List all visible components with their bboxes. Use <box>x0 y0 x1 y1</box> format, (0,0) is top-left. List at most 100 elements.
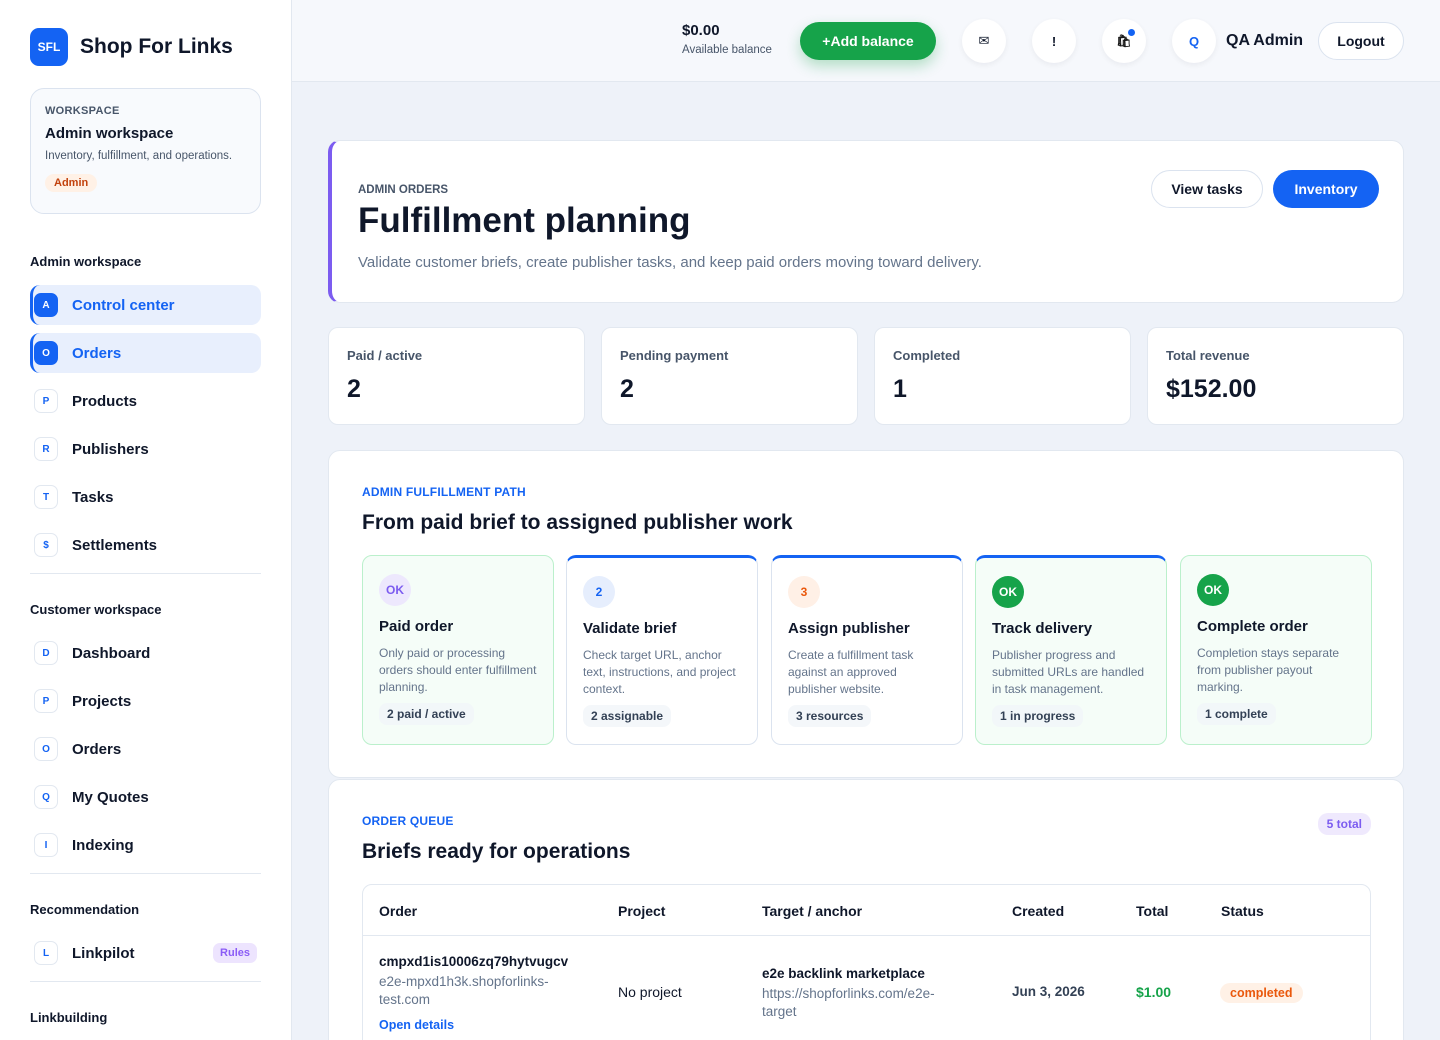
stat-label: Completed <box>893 348 961 363</box>
inventory-button[interactable]: Inventory <box>1273 170 1379 208</box>
total-count-badge: 5 total <box>1317 813 1371 835</box>
step-number-icon: 3 <box>788 576 820 608</box>
stat-card-pending-payment: Pending payment 2 <box>601 327 858 425</box>
publishers-icon: R <box>34 437 58 461</box>
sidebar-item-label: Dashboard <box>72 644 151 662</box>
add-balance-button[interactable]: +Add balance <box>800 22 936 60</box>
sidebar-item-label: Orders <box>72 344 122 362</box>
page-kicker: ADMIN ORDERS <box>358 184 449 196</box>
user-name[interactable]: QA Admin <box>1226 32 1303 50</box>
role-badge: Admin <box>45 174 98 192</box>
page-description: Validate customer briefs, create publish… <box>358 254 982 271</box>
projects-icon: P <box>34 689 58 713</box>
workspace-card: WORKSPACE Admin workspace Inventory, ful… <box>30 88 261 214</box>
nav-head-recommendation: Recommendation <box>30 902 140 917</box>
sidebar-item-control-center[interactable]: A Control center <box>30 285 261 325</box>
section-kicker: ADMIN FULFILLMENT PATH <box>362 485 526 499</box>
nav-head-linkbuilding: Linkbuilding <box>30 1010 108 1025</box>
stat-value: 2 <box>620 375 634 403</box>
sidebar-item-indexing[interactable]: I Indexing <box>30 825 261 865</box>
workspace-desc: Inventory, fulfillment, and operations. <box>45 150 233 162</box>
section-kicker: ORDER QUEUE <box>362 814 454 828</box>
column-header-status[interactable]: Status <box>1221 903 1264 919</box>
sidebar-item-projects[interactable]: P Projects <box>30 681 261 721</box>
check-icon: OK <box>992 576 1024 608</box>
column-header-total[interactable]: Total <box>1136 903 1168 919</box>
step-complete-order: OK Complete order Completion stays separ… <box>1180 555 1372 745</box>
step-chip: 2 assignable <box>583 705 672 727</box>
step-desc: Check target URL, anchor text, instructi… <box>583 648 736 696</box>
step-paid-order: OK Paid order Only paid or processing or… <box>362 555 554 745</box>
sidebar-item-settlements[interactable]: $ Settlements <box>30 525 261 565</box>
view-tasks-button[interactable]: View tasks <box>1151 170 1263 208</box>
sidebar-item-customer-orders[interactable]: O Orders <box>30 729 261 769</box>
sidebar-item-label: Tasks <box>72 488 114 506</box>
table-header-divider <box>363 935 1370 936</box>
column-header-project[interactable]: Project <box>618 903 665 919</box>
open-details-link[interactable]: Open details <box>379 1018 454 1032</box>
orders-icon: O <box>34 737 58 761</box>
step-desc: Publisher progress and submitted URLs ar… <box>992 648 1145 696</box>
column-header-order[interactable]: Order <box>379 903 417 919</box>
stat-label: Total revenue <box>1166 348 1250 363</box>
sidebar-item-publishers[interactable]: R Publishers <box>30 429 261 469</box>
sidebar-item-dashboard[interactable]: D Dashboard <box>30 633 261 673</box>
quotes-icon: Q <box>34 785 58 809</box>
step-title: Complete order <box>1197 618 1308 635</box>
sidebar-item-label: Linkpilot <box>72 944 135 962</box>
step-assign-publisher: 3 Assign publisher Create a fulfillment … <box>771 555 963 745</box>
orders-icon: O <box>34 341 58 365</box>
step-chip: 2 paid / active <box>379 703 474 725</box>
stat-value: $152.00 <box>1166 375 1257 403</box>
step-title: Track delivery <box>992 620 1093 637</box>
sidebar-item-linkpilot[interactable]: L Linkpilot Rules <box>30 933 261 973</box>
avatar[interactable]: Q <box>1172 19 1216 63</box>
rules-tag: Rules <box>213 943 257 963</box>
sidebar-item-label: Projects <box>72 692 132 710</box>
brand-name: Shop For Links <box>80 35 233 58</box>
page-hero: ADMIN ORDERS Fulfillment planning Valida… <box>328 140 1404 303</box>
dashboard-icon: D <box>34 641 58 665</box>
alerts-button[interactable]: ! <box>1032 19 1076 63</box>
brand-logo: SFL <box>30 28 68 66</box>
step-chip: 3 resources <box>788 705 872 727</box>
sidebar-item-my-quotes[interactable]: Q My Quotes <box>30 777 261 817</box>
balance-value: $0.00 <box>682 22 720 39</box>
alert-icon: ! <box>1051 33 1057 49</box>
step-desc: Create a fulfillment task against an app… <box>788 648 914 696</box>
column-header-target[interactable]: Target / anchor <box>762 903 862 919</box>
order-anchor: e2e backlink marketplace <box>762 966 925 981</box>
divider <box>30 981 261 982</box>
stat-label: Paid / active <box>347 348 423 363</box>
logout-button[interactable]: Logout <box>1318 22 1404 60</box>
check-icon: OK <box>1197 574 1229 606</box>
cart-button[interactable]: 🛍 <box>1102 19 1146 63</box>
brand[interactable]: SFL Shop For Links <box>30 28 233 66</box>
step-chip: 1 in progress <box>992 705 1084 727</box>
sidebar-item-tasks[interactable]: T Tasks <box>30 477 261 517</box>
order-id: cmpxd1is10006zq79hytvugcv <box>379 954 569 969</box>
step-title: Paid order <box>379 618 454 635</box>
linkpilot-icon: L <box>34 941 58 965</box>
settlements-icon: $ <box>34 533 58 557</box>
sidebar-item-admin-orders[interactable]: O Orders <box>30 333 261 373</box>
step-chip: 1 complete <box>1197 703 1276 725</box>
sidebar-item-label: Products <box>72 392 138 410</box>
divider <box>30 873 261 874</box>
sidebar-item-label: Settlements <box>72 536 158 554</box>
column-header-created[interactable]: Created <box>1012 903 1064 919</box>
sidebar-item-label: Control center <box>72 296 175 314</box>
tasks-icon: T <box>34 485 58 509</box>
mail-icon: ✉ <box>978 33 990 48</box>
mail-button[interactable]: ✉ <box>962 19 1006 63</box>
check-icon: OK <box>379 574 411 606</box>
workspace-title: Admin workspace <box>45 125 174 142</box>
stat-card-total-revenue: Total revenue $152.00 <box>1147 327 1404 425</box>
step-title: Validate brief <box>583 620 677 637</box>
sidebar-item-products[interactable]: P Products <box>30 381 261 421</box>
section-title: Briefs ready for operations <box>362 840 631 863</box>
order-queue-panel: ORDER QUEUE Briefs ready for operations … <box>328 779 1404 1040</box>
order-domain: e2e-mpxd1h3k.shopforlinks-test.com <box>379 974 549 1007</box>
notification-dot <box>1128 29 1135 36</box>
order-project: No project <box>618 984 682 1000</box>
